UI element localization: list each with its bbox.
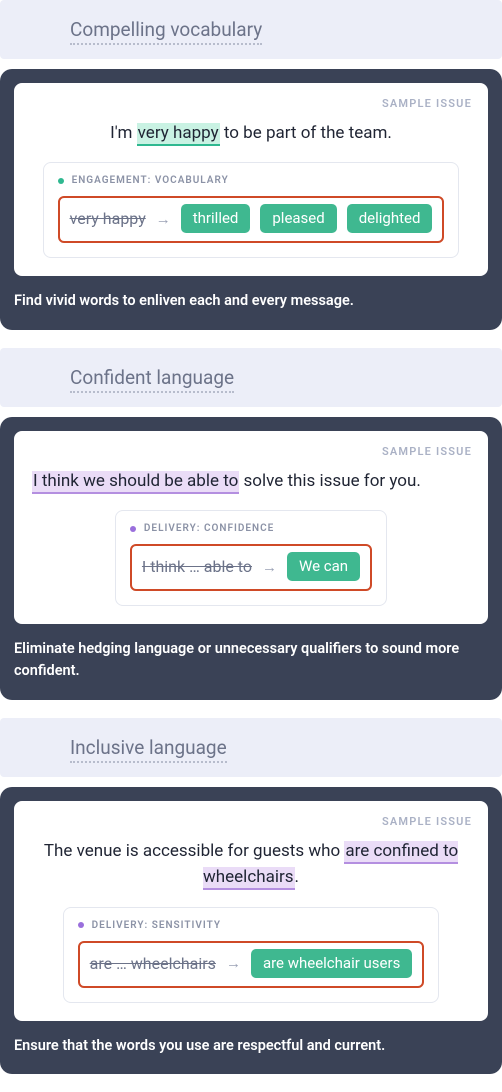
sample-card: SAMPLE ISSUE I think we should be able t… bbox=[0, 417, 502, 700]
sample-sentence: I think we should be able to solve this … bbox=[30, 468, 472, 494]
suggestion-chip[interactable]: thrilled bbox=[181, 204, 251, 233]
suggestion-row: very happy → thrilled pleased delighted bbox=[58, 196, 445, 243]
strikethrough-text: are … wheelchairs bbox=[90, 954, 216, 973]
sample-issue-label: SAMPLE ISSUE bbox=[30, 445, 472, 458]
sample-issue-label: SAMPLE ISSUE bbox=[30, 97, 472, 110]
category-dot-icon bbox=[78, 922, 84, 928]
suggestion-row: are … wheelchairs → are wheelchair users bbox=[78, 941, 425, 988]
arrow-right-icon: → bbox=[262, 558, 277, 576]
issue-box: DELIVERY: SENSITIVITY are … wheelchairs … bbox=[63, 907, 440, 1003]
sample-sentence: I'm very happy to be part of the team. bbox=[30, 120, 472, 146]
sentence-post: to be part of the team. bbox=[220, 123, 392, 143]
strikethrough-text: I think … able to bbox=[142, 557, 252, 576]
sample-panel: SAMPLE ISSUE The venue is accessible for… bbox=[14, 801, 488, 1021]
feature-section: Compelling vocabulary SAMPLE ISSUE I'm v… bbox=[0, 0, 502, 330]
sample-sentence: The venue is accessible for guests who a… bbox=[30, 838, 472, 891]
feature-caption: Eliminate hedging language or unnecessar… bbox=[14, 638, 488, 682]
highlighted-text: very happy bbox=[137, 123, 220, 146]
suggestion-chip[interactable]: delighted bbox=[347, 204, 433, 233]
highlighted-text: I think we should be able to bbox=[32, 471, 239, 494]
sentence-pre: I'm bbox=[110, 123, 137, 143]
category-label: DELIVERY: CONFIDENCE bbox=[144, 523, 274, 534]
issue-box: DELIVERY: CONFIDENCE I think … able to →… bbox=[115, 510, 387, 606]
section-title: Inclusive language bbox=[70, 736, 227, 763]
section-title: Compelling vocabulary bbox=[70, 18, 262, 45]
issue-category: DELIVERY: SENSITIVITY bbox=[78, 920, 425, 931]
category-dot-icon bbox=[58, 178, 64, 184]
feature-caption: Find vivid words to enliven each and eve… bbox=[14, 290, 488, 312]
sample-panel: SAMPLE ISSUE I'm very happy to be part o… bbox=[14, 83, 488, 276]
issue-category: DELIVERY: CONFIDENCE bbox=[130, 523, 372, 534]
feature-caption: Ensure that the words you use are respec… bbox=[14, 1035, 488, 1057]
suggestion-chip[interactable]: pleased bbox=[260, 204, 336, 233]
arrow-right-icon: → bbox=[226, 954, 241, 972]
sample-card: SAMPLE ISSUE The venue is accessible for… bbox=[0, 787, 502, 1074]
issue-category: ENGAGEMENT: VOCABULARY bbox=[58, 175, 445, 186]
sample-panel: SAMPLE ISSUE I think we should be able t… bbox=[14, 431, 488, 624]
sentence-pre: The venue is accessible for guests who bbox=[44, 841, 345, 861]
feature-section: Confident language SAMPLE ISSUE I think … bbox=[0, 348, 502, 700]
section-header: Compelling vocabulary bbox=[0, 0, 502, 59]
suggestion-chip[interactable]: We can bbox=[287, 552, 360, 581]
category-dot-icon bbox=[130, 526, 136, 532]
sentence-post: solve this issue for you. bbox=[239, 471, 421, 491]
section-title: Confident language bbox=[70, 366, 234, 393]
suggestion-row: I think … able to → We can bbox=[130, 544, 372, 591]
section-header: Inclusive language bbox=[0, 718, 502, 777]
category-label: ENGAGEMENT: VOCABULARY bbox=[72, 175, 229, 186]
section-header: Confident language bbox=[0, 348, 502, 407]
feature-section: Inclusive language SAMPLE ISSUE The venu… bbox=[0, 718, 502, 1074]
sample-card: SAMPLE ISSUE I'm very happy to be part o… bbox=[0, 69, 502, 330]
issue-box: ENGAGEMENT: VOCABULARY very happy → thri… bbox=[43, 162, 460, 258]
strikethrough-text: very happy bbox=[70, 209, 146, 228]
sample-issue-label: SAMPLE ISSUE bbox=[30, 815, 472, 828]
suggestion-chip[interactable]: are wheelchair users bbox=[251, 949, 412, 978]
category-label: DELIVERY: SENSITIVITY bbox=[92, 920, 221, 931]
arrow-right-icon: → bbox=[156, 210, 171, 228]
sentence-post: . bbox=[295, 867, 299, 887]
